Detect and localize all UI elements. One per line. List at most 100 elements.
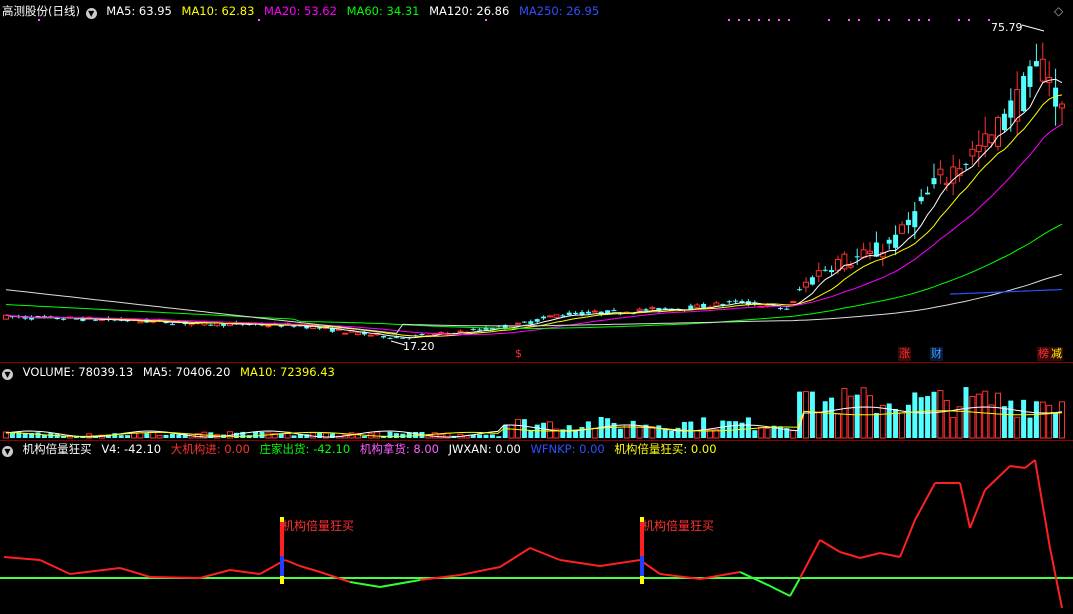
signal-dot xyxy=(958,19,960,21)
volume-bar xyxy=(803,391,809,439)
volume-bar xyxy=(150,431,157,439)
v4-line xyxy=(969,489,986,529)
volume-bar xyxy=(425,435,432,439)
candle-body xyxy=(1021,76,1027,112)
candle-body xyxy=(553,314,560,318)
candle-body xyxy=(835,258,841,271)
signal-dot xyxy=(848,19,850,21)
candle-body xyxy=(477,329,483,331)
event-tag[interactable]: 财 xyxy=(930,347,943,361)
signal-bar xyxy=(640,576,644,584)
volume-bar xyxy=(387,431,393,438)
v4-line xyxy=(769,585,791,597)
chevron-down-icon[interactable]: ▼ xyxy=(2,369,13,380)
ma-indicator: MA120: 26.86 xyxy=(429,4,510,18)
signal-dot xyxy=(968,19,970,21)
signal-dot xyxy=(788,19,790,21)
volume-bar xyxy=(169,433,175,438)
volume-bar xyxy=(873,412,879,438)
volume-bar xyxy=(1027,417,1033,438)
volume-bar xyxy=(489,434,495,438)
volume-bar xyxy=(483,434,489,438)
candle-body xyxy=(208,324,214,326)
event-tag[interactable]: $ xyxy=(514,347,523,361)
volume-bar xyxy=(1021,399,1027,438)
volume-bar xyxy=(35,432,41,438)
volume-indicator: MA10: 72396.43 xyxy=(240,365,335,379)
v4-line xyxy=(559,559,601,567)
volume-bar xyxy=(1059,401,1065,439)
volume-bar xyxy=(835,413,841,439)
candle-body xyxy=(694,304,701,308)
volume-bar xyxy=(758,427,765,439)
candle-body xyxy=(777,308,783,310)
volume-bar xyxy=(1039,401,1046,439)
v4-line xyxy=(599,559,641,567)
price-pane-header: 高测股份(日线) ▼ MA5: 63.95 MA10: 62.83 MA20: … xyxy=(2,3,605,19)
candle-body xyxy=(566,312,572,316)
chevron-down-icon[interactable]: ▼ xyxy=(2,446,13,457)
volume-bar xyxy=(937,390,944,439)
volume-bar xyxy=(847,395,854,439)
chevron-down-icon[interactable]: ▼ xyxy=(85,8,97,19)
v4-line xyxy=(199,569,231,579)
candle-body xyxy=(893,234,899,248)
volume-bar xyxy=(879,404,886,439)
volume-bar xyxy=(969,395,976,439)
volume-bar xyxy=(931,391,937,438)
volume-bar xyxy=(905,404,911,438)
event-tag[interactable]: 榜 xyxy=(1037,347,1050,361)
volume-bar xyxy=(176,434,182,438)
volume-bar xyxy=(963,387,969,438)
signal-dot xyxy=(888,19,890,21)
candle-body xyxy=(937,168,944,176)
v4-line xyxy=(799,539,821,579)
candle-body xyxy=(1027,66,1033,87)
ma250-line xyxy=(949,288,1063,295)
high-arrow xyxy=(1021,24,1045,32)
volume-bar xyxy=(9,432,15,438)
candle-body xyxy=(988,134,995,144)
candle-body xyxy=(822,269,828,271)
candle-body xyxy=(636,308,643,312)
candle-body xyxy=(393,337,399,339)
candle-body xyxy=(873,242,879,257)
candle-body xyxy=(701,303,707,308)
volume-bar xyxy=(361,436,367,438)
volume-pane-header: ▼ VOLUME: 78039.13 MA5: 70406.20 MA10: 7… xyxy=(2,364,341,380)
candle-body xyxy=(1001,113,1007,131)
v4-line xyxy=(119,567,151,578)
candle-body xyxy=(733,300,739,302)
chart-canvas xyxy=(0,19,1073,609)
candle-body xyxy=(797,289,803,291)
volume-bar xyxy=(253,431,259,438)
v4-line xyxy=(914,482,936,521)
candle-body xyxy=(918,196,924,202)
volume-bar xyxy=(688,421,694,438)
candle-body xyxy=(591,310,598,313)
indicator-value: WFNKP: 0.00 xyxy=(530,442,605,456)
ma-indicator: MA20: 53.62 xyxy=(264,4,337,18)
volume-bar xyxy=(636,426,643,439)
volume-bar xyxy=(496,436,502,438)
volume-bar xyxy=(508,424,515,439)
event-tag[interactable]: 涨 xyxy=(898,347,911,361)
volume-bar xyxy=(925,396,931,438)
event-tag[interactable]: 减 xyxy=(1050,347,1063,361)
v4-line xyxy=(879,552,901,558)
volume-bar xyxy=(669,430,675,438)
volume-bar xyxy=(841,387,848,439)
candle-body xyxy=(521,321,527,323)
volume-bar xyxy=(701,417,707,438)
v4-line xyxy=(3,556,41,561)
volume-bar xyxy=(156,434,163,439)
volume-bar xyxy=(617,428,623,438)
v4-line xyxy=(529,547,561,561)
volume-bar xyxy=(899,412,905,439)
signal-dot xyxy=(928,19,930,21)
ma-indicator: MA60: 34.31 xyxy=(346,4,420,18)
diamond-icon[interactable]: ◇ xyxy=(1054,4,1063,18)
volume-bar xyxy=(988,404,995,439)
volume-bar xyxy=(515,418,521,439)
volume-bar xyxy=(726,421,732,438)
